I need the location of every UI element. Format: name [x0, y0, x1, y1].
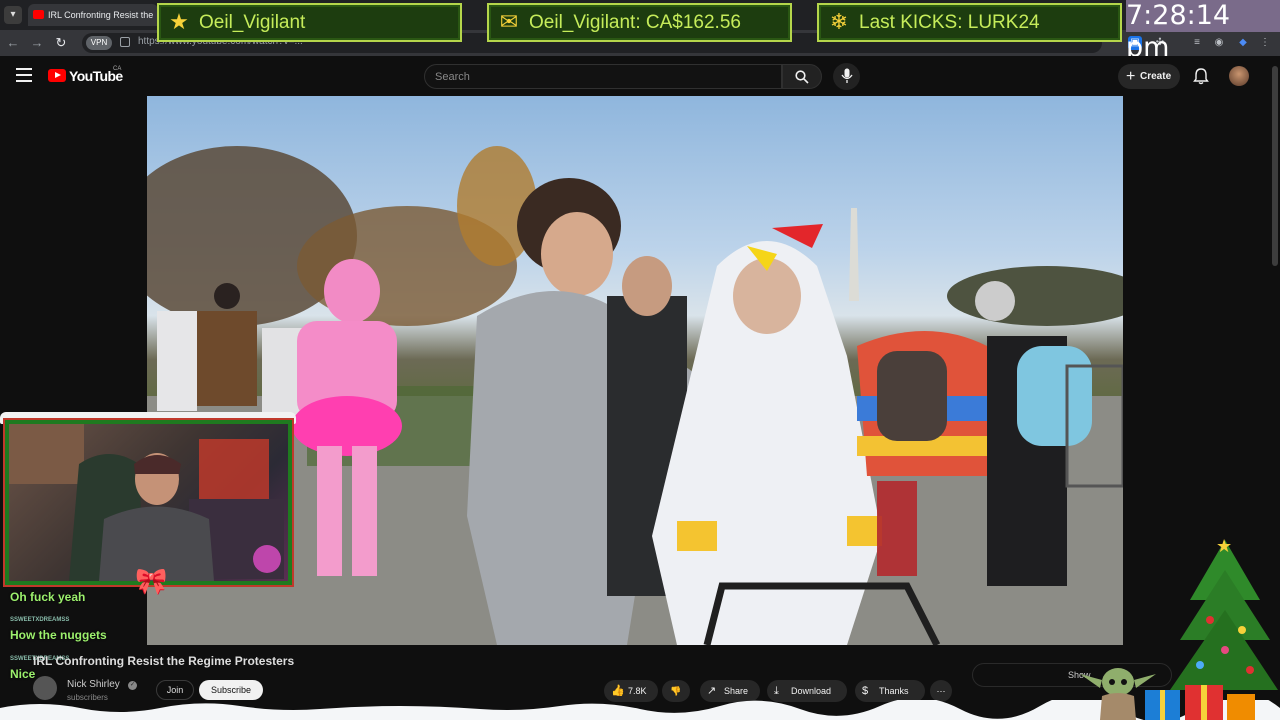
- subscribe-button[interactable]: Subscribe: [199, 680, 263, 700]
- latest-tip-banner: ✉ Oeil_Vigilant: CA$162.56: [487, 3, 792, 42]
- more-dots-icon: ⋯: [936, 686, 946, 696]
- more-actions-button[interactable]: ⋯: [930, 680, 952, 702]
- follower-name: Oeil_Vigilant: [199, 12, 306, 33]
- screen: ▾ IRL Confronting Resist the ← → ↻ VPN h…: [0, 0, 1280, 720]
- share-arrow-icon: ↗: [707, 685, 717, 697]
- plus-icon: +: [1126, 68, 1136, 85]
- money-icon: ✉: [499, 9, 519, 34]
- video-title: IRL Confronting Resist the Regime Protes…: [33, 654, 295, 668]
- search-icon: [795, 70, 809, 84]
- gift-boxes-decoration: [1145, 685, 1255, 720]
- thanks-icon: $: [862, 685, 869, 697]
- channel-name[interactable]: Nick Shirley: [67, 679, 120, 690]
- dislike-button[interactable]: 👎: [662, 680, 690, 702]
- chat-overlay: Oh fuck yeah SSWEETXDREAMSS How the nugg…: [6, 588, 284, 688]
- country-code: CA: [113, 66, 122, 72]
- video-player[interactable]: [147, 96, 1123, 645]
- thanks-button[interactable]: $ Thanks: [855, 680, 925, 702]
- star-icon: ★: [169, 9, 189, 34]
- youtube-masthead: YouTube CA + Create: [0, 56, 1280, 96]
- account-avatar[interactable]: [1229, 66, 1249, 86]
- chat-message: Nice: [10, 667, 36, 681]
- channel-avatar[interactable]: [33, 676, 57, 700]
- kicks-text: Last KICKS: LURK24: [859, 12, 1040, 33]
- create-label: Create: [1140, 71, 1172, 82]
- vpn-badge[interactable]: VPN: [86, 36, 112, 50]
- download-label: Download: [791, 686, 832, 696]
- video-frame-illustration: [147, 146, 1123, 645]
- thanks-label: Thanks: [879, 686, 909, 696]
- like-count: 7.8K: [628, 686, 647, 696]
- svg-text:★: ★: [1216, 536, 1232, 557]
- clock-time: 7:28:14 pm: [1126, 0, 1231, 63]
- snowflake-icon: ❄: [829, 9, 849, 34]
- latest-follower-banner: ★ Oeil_Vigilant: [157, 3, 462, 42]
- last-kicks-banner: ❄ Last KICKS: LURK24: [817, 3, 1122, 42]
- youtube-logo-icon[interactable]: [48, 69, 66, 82]
- scrollbar-thumb[interactable]: [1272, 66, 1278, 266]
- tab-search-button[interactable]: ▾: [4, 6, 22, 24]
- search-button[interactable]: [782, 64, 822, 89]
- baby-yoda-decoration: [1080, 668, 1156, 720]
- search-input[interactable]: [435, 68, 765, 85]
- create-button[interactable]: + Create: [1118, 64, 1180, 89]
- tip-text: Oeil_Vigilant: CA$162.56: [529, 12, 741, 33]
- clock-widget: 7:28:14 pm: [1126, 0, 1280, 63]
- browser-tab[interactable]: IRL Confronting Resist the: [28, 4, 158, 26]
- hamburger-menu-icon[interactable]: [16, 68, 32, 82]
- chat-message: How the nuggets: [10, 628, 107, 642]
- voice-search-button[interactable]: [833, 63, 860, 90]
- join-button[interactable]: Join: [156, 680, 194, 700]
- verified-check-icon: ✓: [128, 681, 137, 690]
- share-label: Share: [724, 686, 749, 696]
- back-icon[interactable]: ←: [4, 34, 22, 52]
- search-box: [424, 64, 782, 89]
- tab-title: IRL Confronting Resist the: [48, 10, 154, 20]
- site-settings-icon[interactable]: [120, 37, 130, 47]
- thumbs-up-icon: 👍: [611, 685, 625, 697]
- download-button[interactable]: ⤓ Download: [767, 680, 847, 702]
- microphone-icon: [840, 68, 853, 83]
- webcam-overlay: [5, 420, 292, 585]
- thumbs-down-icon: 👎: [670, 686, 682, 696]
- download-icon: ⤓: [774, 685, 779, 697]
- forward-icon[interactable]: →: [28, 34, 46, 52]
- streamer-webcam-illustration: [9, 424, 284, 581]
- share-button[interactable]: ↗ Share: [700, 680, 760, 702]
- chat-message: Oh fuck yeah: [10, 590, 86, 604]
- like-button[interactable]: 👍 7.8K: [604, 680, 658, 702]
- chat-username: SSWEETXDREAMSS: [10, 617, 70, 623]
- reload-icon[interactable]: ↻: [52, 34, 70, 52]
- youtube-favicon-icon: [33, 10, 44, 19]
- notifications-bell-icon[interactable]: [1192, 67, 1210, 85]
